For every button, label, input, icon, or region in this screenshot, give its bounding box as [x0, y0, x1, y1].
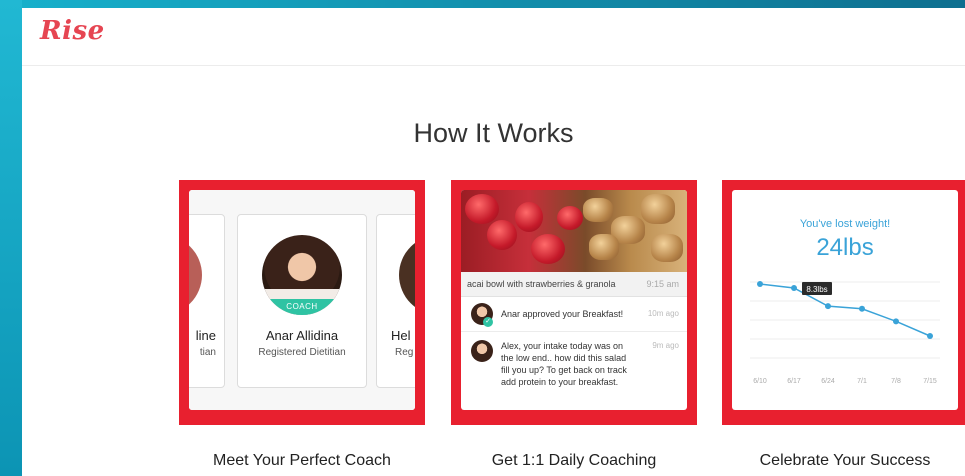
caption-success: Celebrate Your Success	[759, 452, 931, 469]
message-text: Alex, your intake today was on the low e…	[501, 340, 627, 388]
card-success: You've lost weight! 24lbs 8.3lbs 6/10 6/17…	[722, 180, 965, 425]
coach-card-right[interactable]: Hel Reg	[376, 214, 415, 388]
coach-role-partial: Reg	[395, 347, 414, 358]
site-header: Rise	[22, 8, 965, 66]
coach-name-partial: Hel	[391, 328, 411, 343]
message-line: add protein to your breakfast.	[501, 377, 619, 387]
browser-top-strip	[0, 0, 965, 8]
strawberry	[515, 202, 543, 232]
granola	[589, 234, 619, 260]
weight-panel: You've lost weight! 24lbs 8.3lbs 6/10 6/17…	[732, 190, 958, 410]
food-label-bar: acai bowl with strawberries & granola 9:…	[461, 272, 687, 297]
x-tick-label: 6/17	[787, 378, 801, 385]
weight-amount: 24lbs	[816, 234, 874, 261]
caption-coach: Meet Your Perfect Coach	[213, 452, 391, 469]
card-coaching: acai bowl with strawberries & granola 9:…	[451, 180, 697, 425]
card-coaching-inner: acai bowl with strawberries & granola 9:…	[461, 190, 687, 410]
message-row[interactable]: ✓ Anar approved your Breakfast! 10m ago	[461, 297, 687, 332]
coach-carousel: line tian COACH Anar Allidina Registered…	[189, 190, 415, 410]
caption-coaching: Get 1:1 Daily Coaching	[491, 452, 657, 469]
x-tick-label: 7/15	[923, 378, 937, 385]
food-time: 9:15 am	[646, 279, 679, 289]
message-line: fill you up? To get back on track	[501, 365, 627, 375]
x-tick-label: 7/8	[891, 378, 901, 385]
x-tick-label: 6/24	[821, 378, 835, 385]
strawberry	[557, 206, 583, 230]
weight-point[interactable]	[825, 303, 831, 310]
section-title: How It Works	[413, 118, 574, 148]
message-line: Alex, your intake today was on	[501, 341, 624, 351]
x-tick-label: 6/10	[753, 378, 767, 385]
coach-badge: COACH	[262, 299, 342, 315]
message-time: 10m ago	[647, 309, 679, 318]
card-coach-inner: line tian COACH Anar Allidina Registered…	[189, 190, 415, 410]
x-tick-label: 7/1	[857, 378, 867, 385]
strawberry	[487, 220, 517, 250]
avatar	[471, 340, 493, 362]
strawberry	[465, 194, 499, 224]
coach-avatar: COACH	[262, 235, 342, 315]
message-text: Anar approved your Breakfast!	[501, 309, 624, 319]
card-coach: line tian COACH Anar Allidina Registered…	[179, 180, 425, 425]
rise-logo[interactable]: Rise	[40, 16, 105, 46]
coach-role-partial: tian	[199, 347, 216, 358]
coach-card-left[interactable]: line tian	[189, 214, 225, 388]
weight-point[interactable]	[927, 333, 933, 339]
check-icon: ✓	[483, 317, 493, 327]
message-row[interactable]: Alex, your intake today was on the low e…	[461, 332, 687, 394]
granola	[641, 194, 675, 224]
coach-role: Registered Dietitian	[258, 347, 346, 358]
coach-name: Anar Allidina	[265, 328, 339, 343]
message-line: the low end.. how did this salad	[501, 353, 627, 363]
weight-line	[759, 283, 931, 337]
acai-bowl-photo	[461, 190, 687, 272]
weight-chart: 8.3lbs 6/10 6/17 6/24 7/1 7/8 7/15	[750, 281, 940, 385]
weight-point[interactable]	[893, 318, 899, 325]
weight-headline: You've lost weight!	[799, 218, 891, 230]
card-success-inner: You've lost weight! 24lbs 8.3lbs 6/10 6/17…	[732, 190, 958, 410]
tooltip-text: 8.3lbs	[806, 285, 827, 294]
avatar	[399, 235, 415, 315]
avatar	[189, 235, 202, 315]
weight-point[interactable]	[791, 285, 797, 291]
strawberry	[531, 234, 565, 264]
browser-left-strip	[0, 0, 22, 476]
weight-tooltip: 8.3lbs	[802, 282, 832, 295]
weight-point[interactable]	[859, 305, 865, 312]
weight-point[interactable]	[757, 281, 763, 287]
coach-name-partial: line	[195, 328, 216, 343]
food-label: acai bowl with strawberries & granola	[467, 279, 616, 289]
granola	[583, 198, 613, 222]
granola	[651, 234, 683, 262]
message-time: 9m ago	[652, 341, 679, 350]
page: Rise How It Works line tian COACH Anar A…	[22, 8, 965, 476]
coach-card-main[interactable]: COACH Anar Allidina Registered Dietitian	[237, 214, 367, 388]
